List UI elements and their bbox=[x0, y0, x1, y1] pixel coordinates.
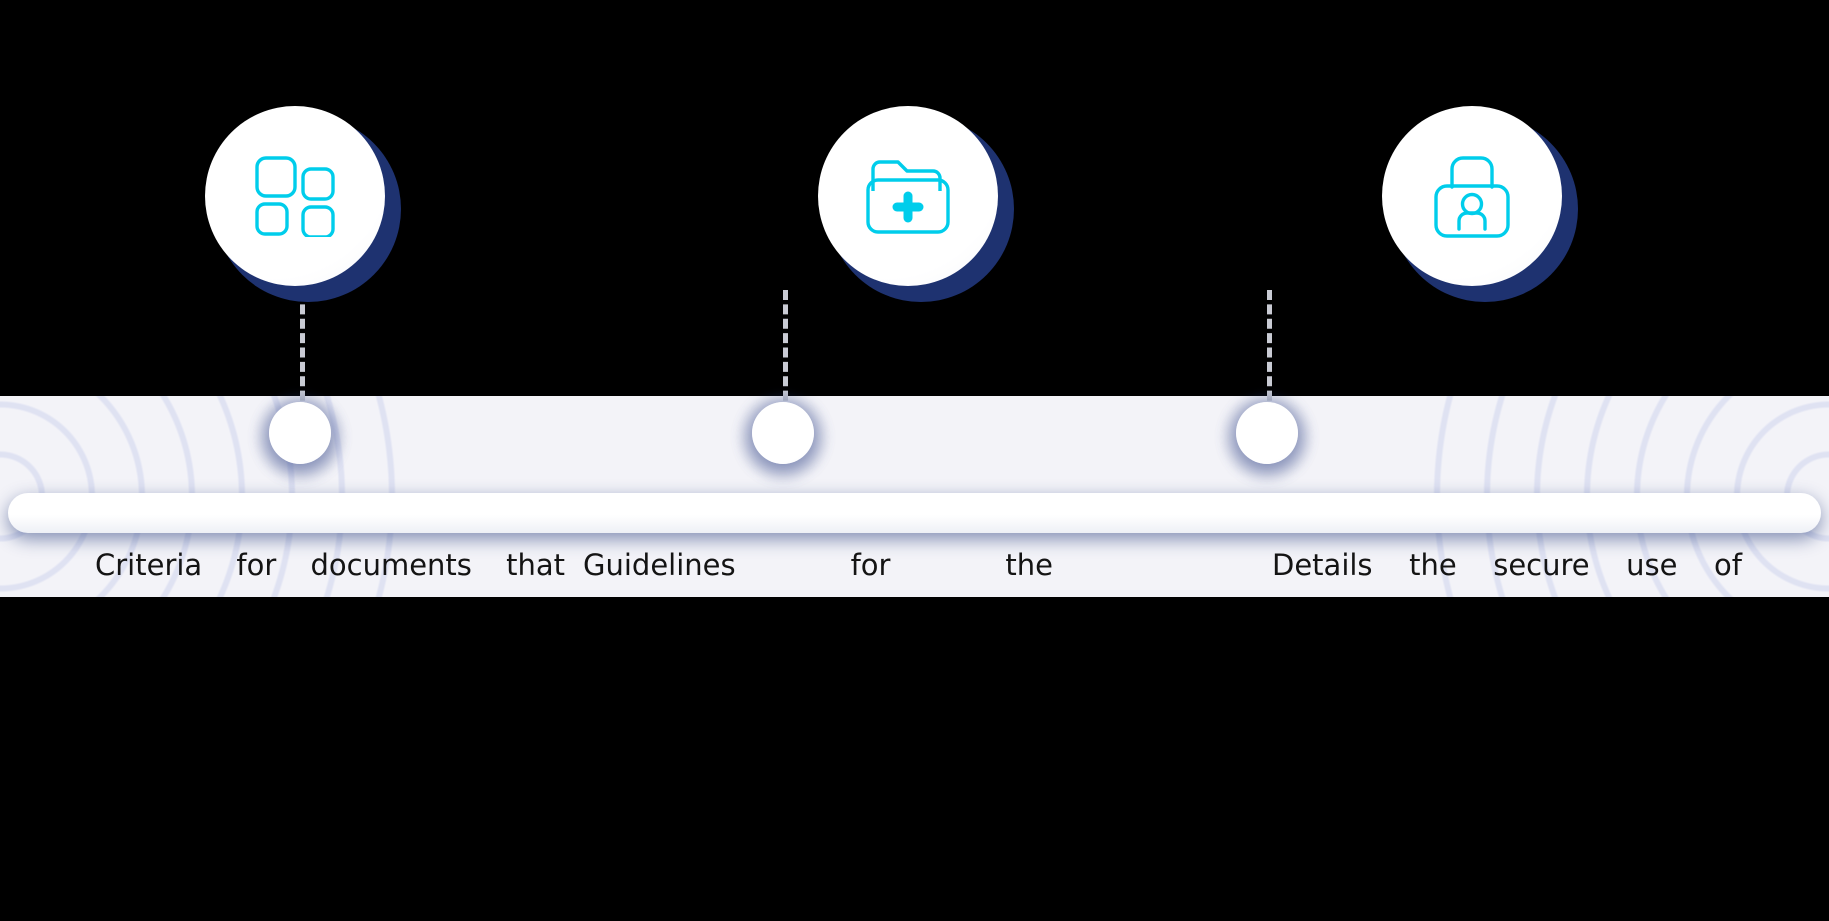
step-caption-1: Criteria for documents that bbox=[95, 548, 565, 582]
badge-disc-3 bbox=[1382, 106, 1562, 286]
node-dot-2-top bbox=[752, 402, 814, 464]
icon-badge-2[interactable] bbox=[818, 106, 1014, 302]
node-dot-3-top bbox=[1236, 402, 1298, 464]
infographic-canvas: Criteria for documents that Guidelines f… bbox=[0, 0, 1829, 921]
folder-plus-icon bbox=[865, 157, 951, 235]
timeline-node-3-top[interactable] bbox=[1222, 392, 1312, 482]
node-dot-1-top bbox=[269, 402, 331, 464]
timeline-track bbox=[8, 493, 1821, 539]
step-caption-2: Guidelines for the bbox=[583, 548, 1053, 582]
icon-badge-3[interactable] bbox=[1382, 106, 1578, 302]
lock-user-icon bbox=[1432, 153, 1512, 239]
badge-disc-1 bbox=[205, 106, 385, 286]
timeline-node-1-top[interactable] bbox=[255, 392, 345, 482]
icon-badge-1[interactable] bbox=[205, 106, 401, 302]
grid-squares-icon bbox=[254, 155, 336, 237]
track-bar bbox=[8, 493, 1821, 533]
step-caption-3: Details the secure use of bbox=[1272, 548, 1742, 582]
timeline-node-2-top[interactable] bbox=[738, 392, 828, 482]
badge-disc-2 bbox=[818, 106, 998, 286]
